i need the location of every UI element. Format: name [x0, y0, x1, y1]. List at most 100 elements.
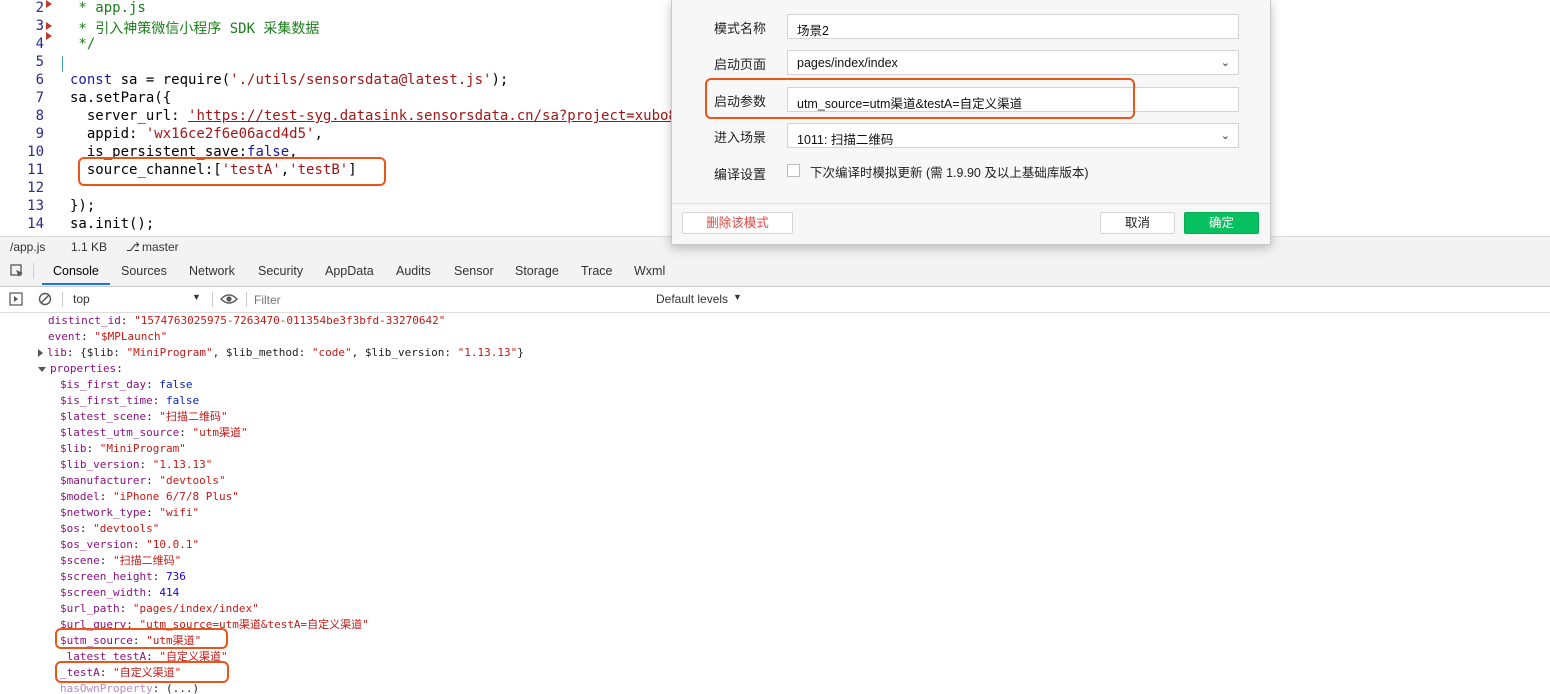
property-row: $network_type: "wifi"	[60, 505, 199, 521]
prop-key: $os_version	[60, 538, 133, 551]
code-token: const	[70, 72, 113, 88]
highlight-source-channel	[78, 157, 386, 186]
line-number: 2	[35, 0, 44, 16]
code-line-13: });	[70, 198, 96, 214]
console-row-lib[interactable]: lib: {$lib: "MiniProgram", $lib_method: …	[38, 345, 524, 361]
start-page-select[interactable]: pages/index/index ⌄	[787, 50, 1239, 75]
inspect-element-icon[interactable]	[10, 264, 24, 278]
prop-key: lib	[47, 346, 67, 359]
prop-value: "utm渠道"	[192, 426, 248, 439]
simulate-update-checkbox[interactable]	[787, 164, 800, 177]
code-line-8: server_url: 'https://test-syg.datasink.s…	[70, 108, 677, 124]
prop-separator: :	[99, 554, 113, 567]
prop-key: $network_type	[60, 506, 147, 519]
prop-preview: "1.13.13"	[457, 346, 518, 359]
tab-trace[interactable]: Trace	[581, 264, 613, 278]
clear-console-icon[interactable]	[38, 292, 52, 306]
simulate-update-label: 下次编译时模拟更新 (需 1.9.90 及以上基础库版本)	[810, 166, 1089, 180]
delete-mode-button[interactable]: 删除该模式	[682, 212, 793, 234]
prop-separator: :	[99, 490, 113, 503]
prop-separator: :	[152, 682, 166, 694]
code-token: ,	[314, 126, 323, 142]
devtools-tab-bar: Console Sources Network Security AppData…	[0, 257, 1550, 287]
prop-key: distinct_id	[48, 314, 121, 327]
dialog-divider	[672, 203, 1270, 204]
toolbar-divider	[246, 292, 247, 307]
property-row: $os: "devtools"	[60, 521, 159, 537]
collapse-triangle-icon[interactable]	[38, 366, 46, 372]
prop-key: $is_first_day	[60, 378, 147, 391]
code-token: server_url:	[70, 108, 189, 124]
levels-dropdown-icon[interactable]: ▼	[733, 292, 742, 302]
eye-icon[interactable]	[220, 292, 238, 306]
line-number: 10	[27, 144, 44, 160]
prop-key: $scene	[60, 554, 100, 567]
entry-scene-select[interactable]: 1011: 扫描二维码 ⌄	[787, 123, 1239, 148]
expand-triangle-icon[interactable]	[38, 349, 43, 357]
entry-scene-value: 1011: 扫描二维码	[797, 133, 894, 147]
tab-console[interactable]: Console	[53, 264, 99, 278]
code-token: 'https://test-syg.datasink.sensorsdata.c…	[188, 108, 677, 124]
prop-separator: :	[139, 458, 153, 471]
breakpoint-marker-icon	[46, 32, 52, 40]
prop-key: $screen_width	[60, 586, 147, 599]
console-output[interactable]: distinct_id: "1574763025975-7263470-0113…	[0, 313, 1550, 694]
prop-separator: :	[146, 506, 160, 519]
prop-key: $lib_version	[60, 458, 140, 471]
tab-storage[interactable]: Storage	[515, 264, 559, 278]
chevron-down-icon: ⌄	[1220, 57, 1230, 69]
ok-button[interactable]: 确定	[1184, 212, 1259, 234]
mode-name-input[interactable]: 场景2	[787, 14, 1239, 39]
prop-key: $latest_utm_source	[60, 426, 180, 439]
line-number: 9	[35, 126, 44, 142]
branch-icon: ⎇	[126, 240, 140, 254]
status-branch[interactable]: master	[142, 240, 179, 254]
prop-preview: , $lib_version:	[351, 346, 458, 359]
property-row: $is_first_day: false	[60, 377, 192, 393]
prop-key: $latest_scene	[60, 410, 147, 423]
toolbar-divider	[62, 292, 63, 307]
tab-sources[interactable]: Sources	[121, 264, 167, 278]
cancel-button[interactable]: 取消	[1100, 212, 1175, 234]
highlight-utm-source	[55, 628, 228, 649]
line-number: 4	[35, 36, 44, 52]
prop-value: "iPhone 6/7/8 Plus"	[113, 490, 239, 503]
property-row: $lib_version: "1.13.13"	[60, 457, 212, 473]
prop-preview: {$lib:	[80, 346, 127, 359]
prop-separator: :	[152, 570, 166, 583]
console-filter-input[interactable]	[252, 290, 650, 310]
prop-value: false	[159, 378, 193, 391]
property-row: $model: "iPhone 6/7/8 Plus"	[60, 489, 239, 505]
prop-value: "devtools"	[159, 474, 226, 487]
code-line-9: appid: 'wx16ce2f6e06acd4d5',	[70, 126, 323, 142]
tab-audits[interactable]: Audits	[396, 264, 431, 278]
compile-mode-dialog: 模式名称 场景2 启动页面 pages/index/index ⌄ 启动参数 ut…	[671, 0, 1271, 245]
prop-key: $url_path	[60, 602, 120, 615]
prop-separator: :	[132, 538, 147, 551]
line-number: 6	[35, 72, 44, 88]
prop-value: "wifi"	[159, 506, 200, 519]
tab-security[interactable]: Security	[258, 264, 303, 278]
code-token: './utils/sensorsdata@latest.js'	[230, 72, 492, 88]
prop-value[interactable]: (...)	[166, 682, 199, 694]
console-row-properties[interactable]: properties:	[38, 361, 123, 377]
line-number: 3	[35, 18, 44, 34]
context-dropdown-icon[interactable]: ▼	[192, 292, 201, 302]
tab-appdata[interactable]: AppData	[325, 264, 374, 278]
console-row-event: event: "$MPLaunch"	[48, 330, 168, 343]
start-page-value: pages/index/index	[797, 56, 898, 70]
prop-key: event	[48, 330, 82, 343]
prop-key: $model	[60, 490, 100, 503]
property-row: $url_path: "pages/index/index"	[60, 601, 259, 617]
code-line-2: * app.js	[70, 0, 146, 16]
tab-network[interactable]: Network	[189, 264, 235, 278]
context-selector[interactable]: top	[73, 292, 90, 306]
property-row: $lib: "MiniProgram"	[60, 441, 186, 457]
prop-separator: :	[119, 602, 133, 615]
tab-sensor[interactable]: Sensor	[454, 264, 494, 278]
show-sidebar-icon[interactable]	[9, 292, 23, 306]
tab-wxml[interactable]: Wxml	[634, 264, 665, 278]
tab-divider	[33, 263, 34, 279]
line-number: 8	[35, 108, 44, 124]
log-levels-dropdown[interactable]: Default levels	[656, 292, 728, 306]
